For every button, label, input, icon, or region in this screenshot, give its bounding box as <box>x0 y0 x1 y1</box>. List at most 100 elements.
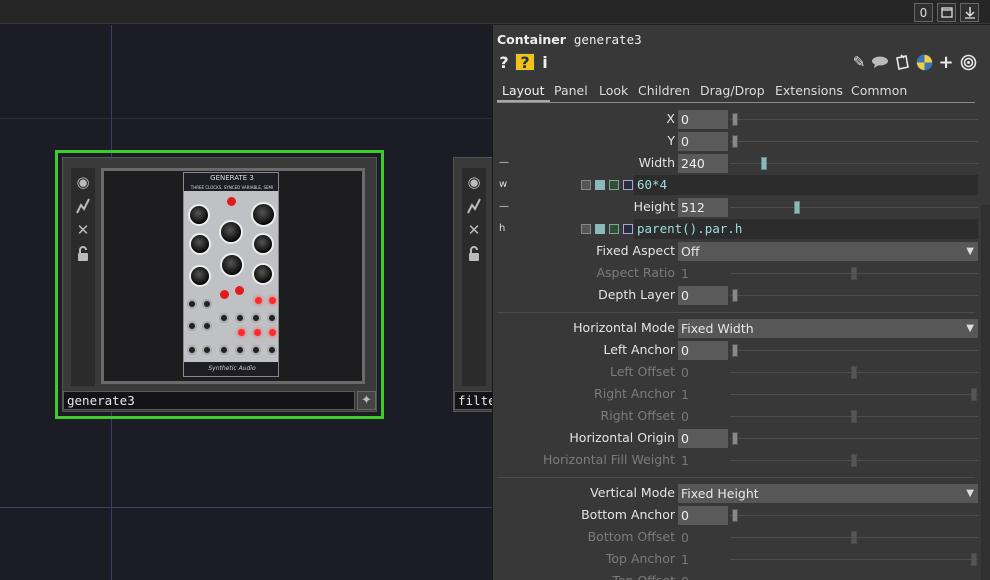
tab-drag-drop[interactable]: Drag/Drop <box>695 81 770 102</box>
lock-icon[interactable] <box>73 244 93 264</box>
panel-scrollbar[interactable] <box>981 205 990 580</box>
height-field[interactable]: 512 <box>678 198 728 217</box>
param-label: Depth Layer <box>598 287 675 302</box>
help-icon[interactable]: ? <box>497 53 511 72</box>
network-editor[interactable]: ◉ ✕ generate3 ✦ GENERATE 3 THREE CLOCKS,… <box>0 25 492 580</box>
viewer-icon[interactable]: ◉ <box>73 172 93 192</box>
bottom-anchor-field[interactable]: 0 <box>678 506 728 525</box>
tab-common[interactable]: Common <box>846 81 912 102</box>
counter-display[interactable]: 0 <box>914 3 933 22</box>
param-left-offset: Left Offset 0 <box>493 362 990 382</box>
left-anchor-field[interactable]: 0 <box>678 341 728 360</box>
bypass-icon[interactable]: ✕ <box>464 220 484 240</box>
param-x: X 0 <box>493 109 990 129</box>
maximize-icon[interactable] <box>937 3 956 22</box>
knob <box>251 202 276 227</box>
horizontal-mode-dropdown[interactable]: Fixed Width ▼ <box>678 319 978 338</box>
x-field[interactable]: 0 <box>678 110 728 129</box>
horizontal-origin-field[interactable]: 0 <box>678 429 728 448</box>
horizontal-origin-slider[interactable] <box>732 432 738 445</box>
width-slider[interactable] <box>761 157 767 170</box>
mode-export-icon[interactable] <box>609 224 619 234</box>
aspect-ratio-field: 1 <box>681 266 689 281</box>
width-expression-field[interactable]: 60*4 <box>634 175 978 195</box>
red-button <box>235 286 244 295</box>
collapse-toggle[interactable]: — <box>499 153 509 173</box>
tab-layout[interactable]: Layout <box>497 81 550 102</box>
vertical-mode-dropdown[interactable]: Fixed Height ▼ <box>678 484 978 503</box>
param-y: Y 0 <box>493 131 990 151</box>
param-horizontal-mode: Horizontal Mode Fixed Width ▼ <box>493 318 990 338</box>
fixed-aspect-dropdown[interactable]: Off ▼ <box>678 242 978 261</box>
param-horizontal-origin: Horizontal Origin 0 <box>493 428 990 448</box>
tab-panel[interactable]: Panel <box>549 81 593 102</box>
x-slider[interactable] <box>732 113 738 126</box>
slider-track <box>730 515 978 516</box>
knob <box>189 265 211 287</box>
jack <box>187 299 197 309</box>
tab-extensions[interactable]: Extensions <box>770 81 848 102</box>
target-icon[interactable] <box>958 53 978 71</box>
mode-bind-icon[interactable] <box>623 224 633 234</box>
left-anchor-slider[interactable] <box>732 344 738 357</box>
height-slider[interactable] <box>794 201 800 214</box>
param-bottom-offset: Bottom Offset 0 <box>493 527 990 547</box>
knob <box>252 263 274 285</box>
collapse-toggle[interactable]: — <box>499 197 509 217</box>
jack <box>267 313 277 323</box>
comment-icon[interactable] <box>870 53 890 71</box>
parameter-tabs: Layout Panel Look Children Drag/Drop Ext… <box>497 81 975 103</box>
node-filter[interactable]: ◉ ✕ filte <box>453 157 492 412</box>
top-anchor-field: 1 <box>681 552 689 567</box>
node-name-label[interactable]: generate3 <box>63 391 355 410</box>
jack <box>219 345 229 355</box>
slider-track <box>730 350 978 351</box>
mode-constant-icon[interactable] <box>581 224 591 234</box>
y-field[interactable]: 0 <box>678 132 728 151</box>
lock-icon[interactable] <box>464 244 484 264</box>
edit-icon[interactable]: ✎ <box>849 53 869 71</box>
download-icon[interactable] <box>960 3 979 22</box>
op-name-field[interactable]: generate3 <box>574 32 642 47</box>
mode-export-icon[interactable] <box>609 180 619 190</box>
knob <box>189 233 211 255</box>
y-slider[interactable] <box>732 135 738 148</box>
python-icon[interactable] <box>914 53 934 71</box>
bottom-anchor-slider[interactable] <box>732 509 738 522</box>
bypass-icon[interactable]: ✕ <box>73 220 93 240</box>
param-label: Right Offset <box>600 408 675 423</box>
mode-bind-icon[interactable] <box>623 180 633 190</box>
plus-icon[interactable]: + <box>936 52 956 73</box>
jack <box>251 313 261 323</box>
depth-layer-field[interactable]: 0 <box>678 286 728 305</box>
node-toolbar: ◉ ✕ <box>71 168 95 386</box>
info-icon[interactable]: i <box>539 53 551 72</box>
height-expression-field[interactable]: parent().par.h <box>634 219 978 239</box>
tab-look[interactable]: Look <box>594 81 633 102</box>
mode-constant-icon[interactable] <box>581 180 591 190</box>
clipboard-icon[interactable] <box>892 53 912 71</box>
activity-icon[interactable] <box>464 196 484 216</box>
led <box>269 297 276 304</box>
param-label: Aspect Ratio <box>596 265 675 280</box>
python-help-icon[interactable]: ? <box>515 53 535 72</box>
node-name-label[interactable]: filte <box>454 391 492 410</box>
slider-track <box>730 141 978 142</box>
app-window: 0 ◉ ✕ generate3 ✦ GENERATE 3 THREE CLOCK… <box>0 0 990 580</box>
add-icon[interactable]: ✦ <box>357 391 376 410</box>
jack <box>219 313 229 323</box>
mode-expression-icon[interactable] <box>595 180 605 190</box>
viewer-icon[interactable]: ◉ <box>464 172 484 192</box>
jack <box>235 313 245 323</box>
depth-layer-slider[interactable] <box>732 289 738 302</box>
param-label: Vertical Mode <box>590 485 675 500</box>
param-label: Right Anchor <box>594 386 675 401</box>
activity-icon[interactable] <box>73 196 93 216</box>
width-field[interactable]: 240 <box>678 154 728 173</box>
dropdown-value: Fixed Height <box>681 486 759 501</box>
mode-expression-icon[interactable] <box>595 224 605 234</box>
param-bottom-anchor: Bottom Anchor 0 <box>493 505 990 525</box>
param-label: Horizontal Fill Weight <box>542 452 675 467</box>
tab-children[interactable]: Children <box>633 81 695 102</box>
module-image: GENERATE 3 THREE CLOCKS, SYNCED VARIABLE… <box>183 172 279 377</box>
